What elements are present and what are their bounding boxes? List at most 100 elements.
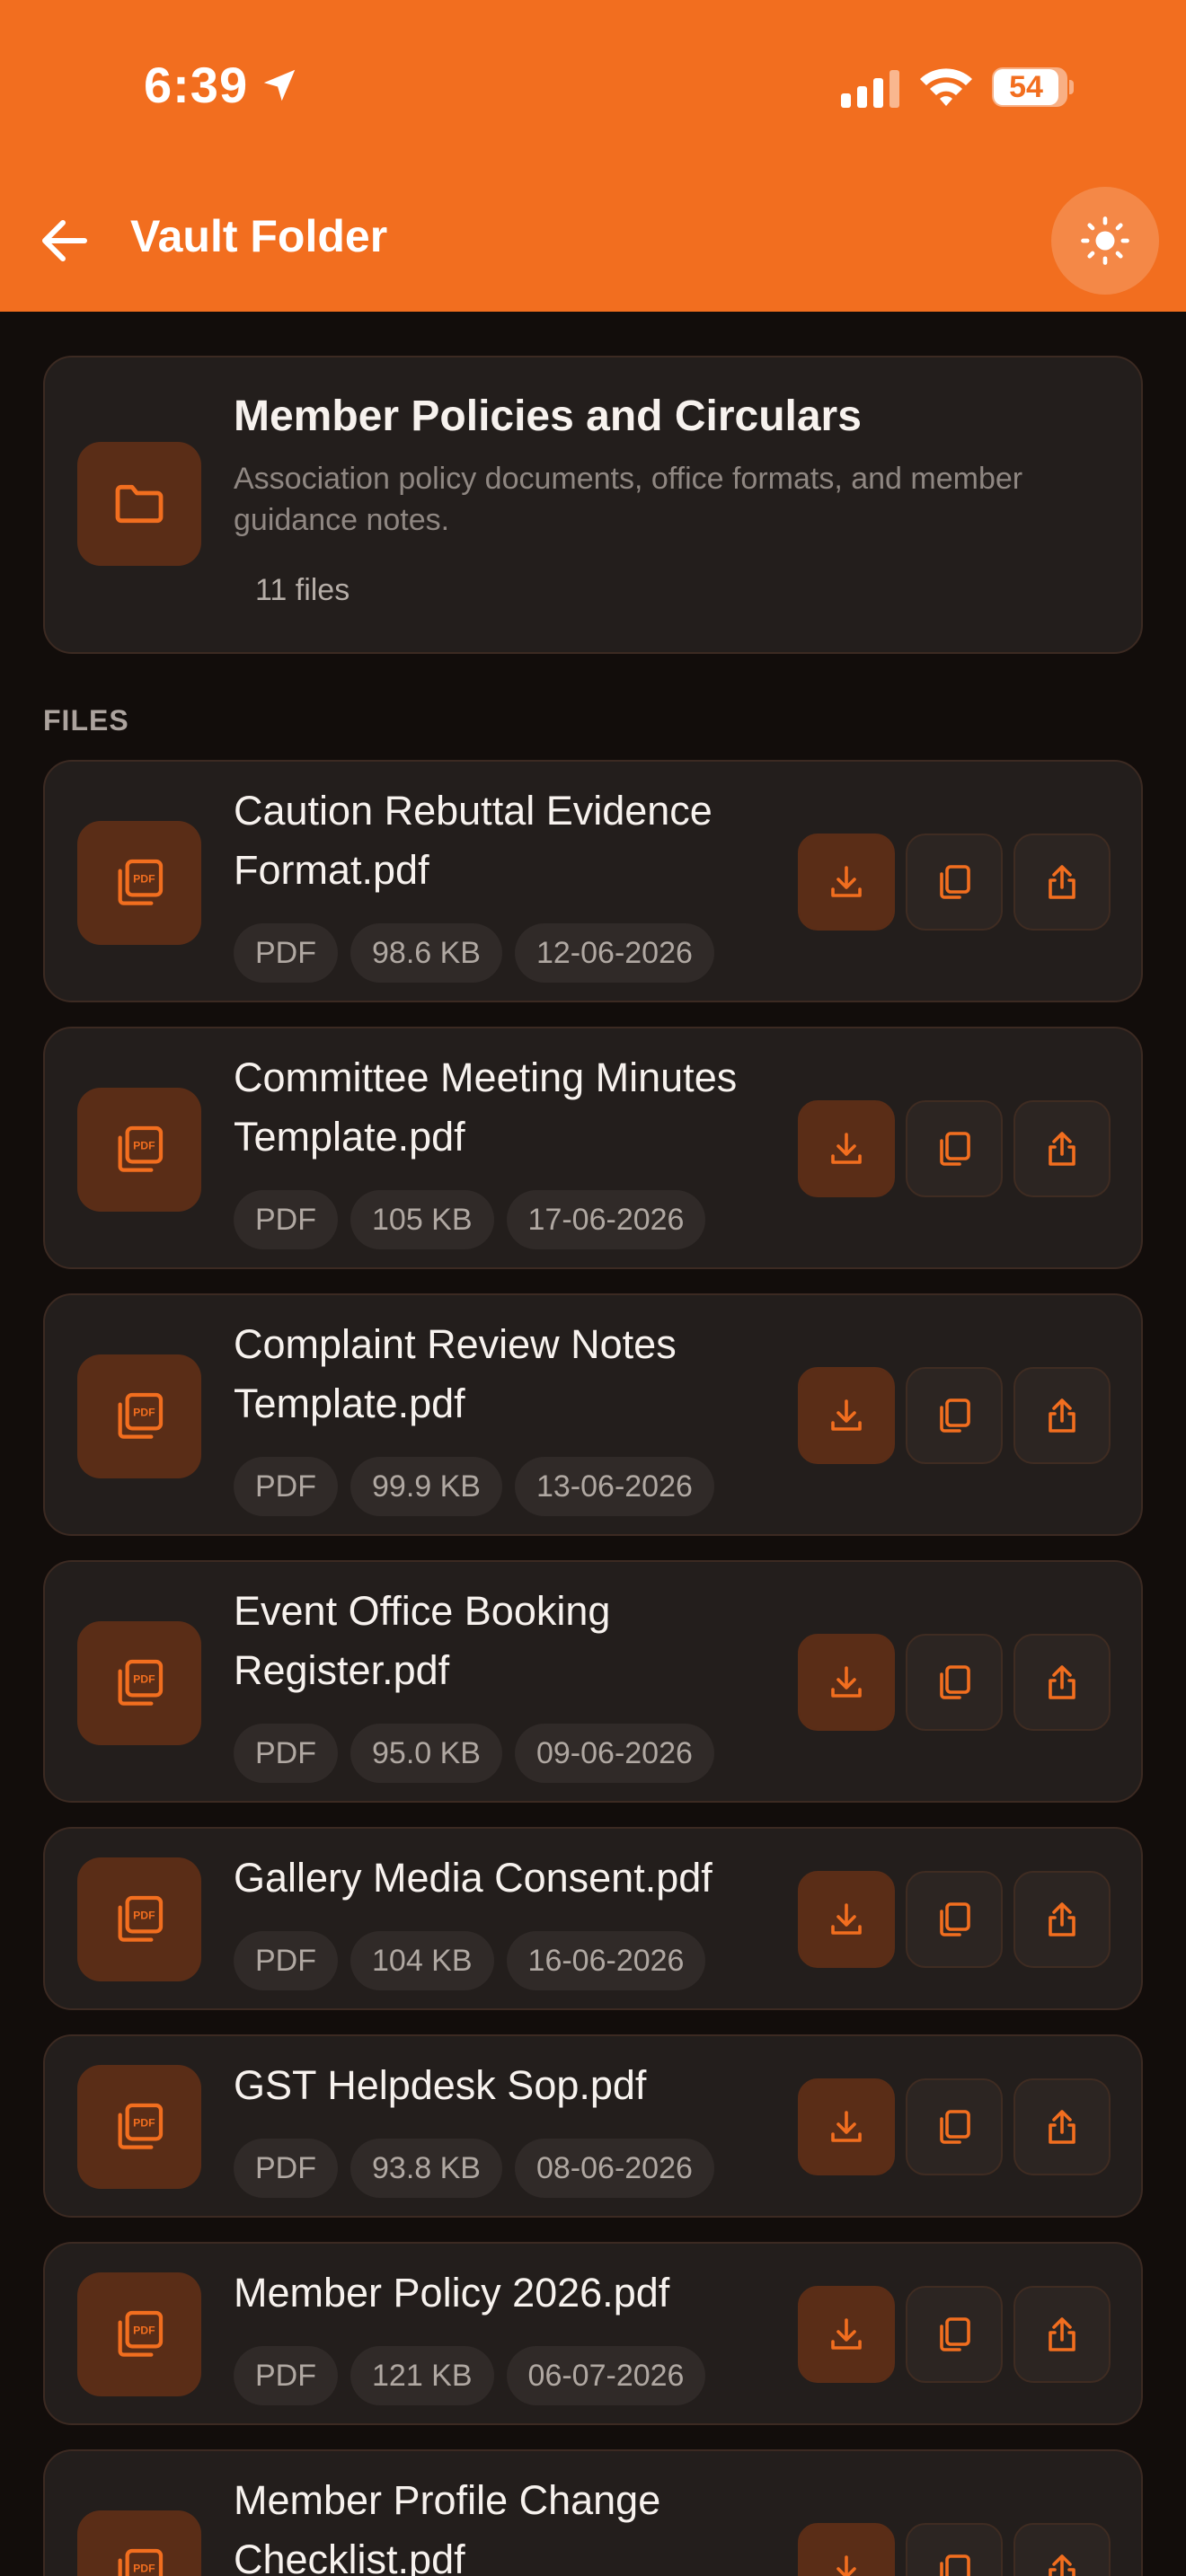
- share-icon: [1049, 1665, 1075, 1699]
- battery-indicator: 54: [992, 67, 1074, 107]
- share-button[interactable]: [1013, 2078, 1111, 2175]
- copy-icon: [940, 2554, 970, 2576]
- sun-icon: [1081, 216, 1129, 265]
- file-card[interactable]: PDF Committee Meeting Minutes Template.p…: [43, 1027, 1143, 1269]
- page-title: Vault Folder: [130, 211, 388, 261]
- pdf-stack-icon: PDF: [118, 1125, 164, 1172]
- file-type-chip: PDF: [234, 2139, 338, 2198]
- file-type-chip: PDF: [234, 2346, 338, 2405]
- copy-icon: [940, 1902, 970, 1936]
- download-button[interactable]: [798, 1634, 895, 1731]
- file-card[interactable]: PDF Member Profile Change Checklist.pdf: [43, 2449, 1143, 2576]
- copy-icon: [940, 865, 970, 899]
- folder-tile: [77, 442, 201, 566]
- file-card[interactable]: PDF Gallery Media Consent.pdf PDF 104 KB…: [43, 1827, 1143, 2010]
- share-button[interactable]: [1013, 1367, 1111, 1464]
- folder-icon: [115, 484, 164, 524]
- share-button[interactable]: [1013, 1100, 1111, 1197]
- file-size-chip: 121 KB: [350, 2346, 494, 2405]
- copy-icon: [940, 2110, 970, 2144]
- download-icon: [836, 2555, 856, 2576]
- file-tile: PDF: [77, 2272, 201, 2396]
- download-button[interactable]: [798, 2286, 895, 2383]
- share-icon: [1049, 2317, 1075, 2351]
- file-size-chip: 95.0 KB: [350, 1724, 502, 1783]
- share-button[interactable]: [1013, 1871, 1111, 1968]
- location-arrow-icon: [263, 69, 296, 101]
- copy-icon: [940, 2317, 970, 2351]
- copy-button[interactable]: [906, 2078, 1003, 2175]
- copy-button[interactable]: [906, 834, 1003, 931]
- file-tile: PDF: [77, 1621, 201, 1745]
- file-tile: PDF: [77, 2510, 201, 2576]
- copy-button[interactable]: [906, 1634, 1003, 1731]
- share-icon: [1049, 2554, 1075, 2576]
- pdf-stack-icon: PDF: [118, 2103, 164, 2149]
- svg-text:PDF: PDF: [133, 1909, 155, 1921]
- file-date-chip: 12-06-2026: [514, 923, 714, 983]
- file-size-chip: 104 KB: [350, 1931, 494, 1990]
- download-icon: [831, 1133, 862, 1164]
- copy-button[interactable]: [906, 1871, 1003, 1968]
- file-card[interactable]: PDF Member Policy 2026.pdf PDF 121 KB 06…: [43, 2242, 1143, 2425]
- download-icon: [831, 2318, 862, 2350]
- pdf-stack-icon: PDF: [118, 859, 164, 905]
- svg-text:PDF: PDF: [133, 1672, 155, 1685]
- copy-icon: [940, 1665, 970, 1699]
- file-date-chip: 17-06-2026: [506, 1190, 706, 1249]
- pdf-stack-icon: PDF: [118, 2310, 164, 2357]
- share-button[interactable]: [1013, 834, 1111, 931]
- share-icon: [1049, 1132, 1075, 1166]
- wifi-icon: [920, 68, 972, 106]
- copy-button[interactable]: [906, 1367, 1003, 1464]
- share-button[interactable]: [1013, 2523, 1111, 2576]
- download-icon: [831, 866, 862, 897]
- file-type-chip: PDF: [234, 1457, 338, 1516]
- share-icon: [1049, 865, 1075, 899]
- pdf-stack-icon: PDF: [118, 2548, 164, 2576]
- file-size-chip: 105 KB: [350, 1190, 494, 1249]
- share-icon: [1049, 2110, 1075, 2144]
- copy-button[interactable]: [906, 1100, 1003, 1197]
- file-tile: PDF: [77, 1857, 201, 1981]
- download-button[interactable]: [798, 2523, 895, 2576]
- file-card[interactable]: PDF Caution Rebuttal Evidence Format.pdf…: [43, 760, 1143, 1002]
- file-name: Member Profile Change Checklist.pdf: [234, 2477, 661, 2576]
- pdf-stack-icon: PDF: [118, 1895, 164, 1942]
- copy-button[interactable]: [906, 2523, 1003, 2576]
- file-name: Caution Rebuttal Evidence Format.pdf: [234, 788, 712, 893]
- file-name: Complaint Review Notes Template.pdf: [234, 1321, 677, 1426]
- copy-button[interactable]: [906, 2286, 1003, 2383]
- share-button[interactable]: [1013, 1634, 1111, 1731]
- copy-icon: [940, 1132, 970, 1166]
- file-size-chip: 98.6 KB: [350, 923, 502, 983]
- download-button[interactable]: [798, 1871, 895, 1968]
- download-button[interactable]: [798, 1100, 895, 1197]
- pdf-stack-icon: PDF: [118, 1392, 164, 1439]
- share-icon: [1049, 1902, 1075, 1936]
- theme-toggle-button[interactable]: [1051, 187, 1159, 295]
- download-button[interactable]: [798, 2078, 895, 2175]
- share-button[interactable]: [1013, 2286, 1111, 2383]
- download-button[interactable]: [798, 1367, 895, 1464]
- file-type-chip: PDF: [234, 1724, 338, 1783]
- file-type-chip: PDF: [234, 923, 338, 983]
- back-arrow-icon[interactable]: [38, 216, 92, 266]
- file-tile: PDF: [77, 2065, 201, 2189]
- files-section-label: FILES: [43, 704, 129, 737]
- copy-icon: [940, 1398, 970, 1433]
- file-date-chip: 09-06-2026: [514, 1724, 714, 1783]
- battery-level: 54: [1009, 70, 1043, 104]
- svg-text:PDF: PDF: [133, 2116, 155, 2129]
- file-card[interactable]: PDF GST Helpdesk Sop.pdf PDF 93.8 KB 08-…: [43, 2034, 1143, 2218]
- download-button[interactable]: [798, 834, 895, 931]
- svg-text:PDF: PDF: [133, 2562, 155, 2574]
- file-size-chip: 99.9 KB: [350, 1457, 502, 1516]
- download-icon: [831, 2111, 862, 2142]
- file-name: Committee Meeting Minutes Template.pdf: [234, 1054, 738, 1160]
- status-time: 6:39: [144, 57, 249, 113]
- file-card[interactable]: PDF Event Office Booking Register.pdf PD…: [43, 1560, 1143, 1803]
- file-card[interactable]: PDF Complaint Review Notes Template.pdf …: [43, 1293, 1143, 1536]
- pdf-stack-icon: PDF: [118, 1659, 164, 1706]
- file-name: GST Helpdesk Sop.pdf: [234, 2062, 647, 2108]
